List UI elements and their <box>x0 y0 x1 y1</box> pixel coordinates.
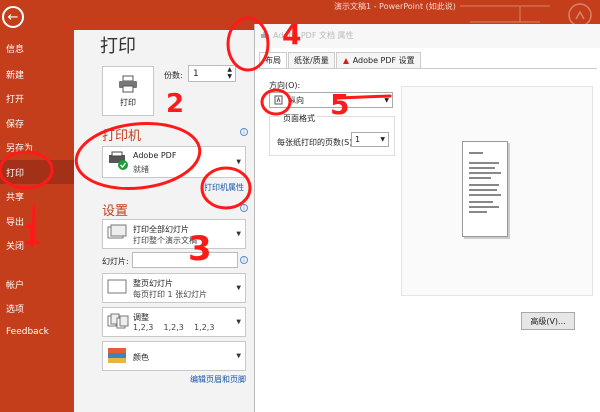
pages-per-sheet-label: 每张纸打印的页数(S) <box>277 138 353 147</box>
copies-value: 1 <box>193 68 199 79</box>
printer-name: Adobe PDF <box>133 151 177 160</box>
page-title: 打印 <box>100 36 136 57</box>
info-icon[interactable]: i <box>240 204 248 212</box>
layout-sub: 每页打印 1 张幻灯片 <box>133 290 208 299</box>
settings-heading: 设置 <box>102 204 129 219</box>
nav-item-info[interactable]: 信息 <box>0 36 74 60</box>
copies-stepper[interactable]: 1 ▲ ▼ <box>188 65 236 82</box>
color-dropdown[interactable]: 颜色 ▼ <box>102 341 246 371</box>
printer-properties-link[interactable]: 打印机属性 <box>204 182 244 193</box>
collate-icon <box>107 313 129 329</box>
nav-item-open[interactable]: 打开 <box>0 86 74 110</box>
printer-ready-icon <box>109 151 128 170</box>
print-range-dropdown[interactable]: 打印全部幻灯片 打印整个演示文稿 ▼ <box>102 219 246 249</box>
printer-heading: 打印机 <box>102 129 142 144</box>
slides-stack-icon <box>107 224 127 239</box>
nav-item-feedback[interactable]: Feedback <box>0 320 74 344</box>
page-format-label: 页面格式 <box>281 113 317 124</box>
preview-page <box>462 141 508 237</box>
collate-main: 调整 <box>133 313 149 322</box>
nav-item-close[interactable]: 关闭 <box>0 233 74 257</box>
print-button[interactable]: 打印 <box>102 66 154 116</box>
orientation-value: 纵向 <box>288 95 304 105</box>
dialog-tabs: 布局 纸张/质量 Adobe PDF 设置 <box>259 52 422 68</box>
pages-per-sheet-select[interactable]: 1 ▼ <box>351 132 389 147</box>
copies-label: 份数: <box>164 71 183 80</box>
backstage-nav: ← 信息 新建 打开 保存 另存为 打印 共享 导出 关闭 帐户 选项 Feed… <box>0 0 74 412</box>
nav-item-export[interactable]: 导出 <box>0 209 74 233</box>
printer-status: 就绪 <box>133 165 149 174</box>
print-range-main: 打印全部幻灯片 <box>133 225 189 234</box>
tab-divider <box>259 68 597 69</box>
chevron-down-icon: ▼ <box>236 318 241 326</box>
chevron-down-icon: ▼ <box>236 352 241 360</box>
nav-item-save-as[interactable]: 另存为 <box>0 135 74 159</box>
tab-adobe-pdf-settings[interactable]: Adobe PDF 设置 <box>335 52 421 68</box>
layout-dropdown[interactable]: 整页幻灯片 每页打印 1 张幻灯片 ▼ <box>102 273 246 303</box>
printer-properties-dialog: Adobe PDF 文档 属性 布局 纸张/质量 Adobe PDF 设置 方向… <box>254 24 600 412</box>
nav-item-new[interactable]: 新建 <box>0 62 74 86</box>
print-panel: 打印 打印 份数: 1 ▲ ▼ 打印机 i Adobe PDF 就绪 ▼ 打印机属… <box>74 30 254 412</box>
page-preview <box>401 86 593 296</box>
back-arrow-icon[interactable]: ← <box>2 6 24 28</box>
printer-icon <box>119 75 137 92</box>
advanced-button[interactable]: 高级(V)... <box>521 312 575 330</box>
collate-dropdown[interactable]: 调整 1,2,3 1,2,3 1,2,3 ▼ <box>102 307 246 337</box>
info-icon[interactable]: i <box>240 256 248 264</box>
info-icon[interactable]: i <box>240 128 248 136</box>
tab-layout[interactable]: 布局 <box>259 52 287 68</box>
color-main: 颜色 <box>133 353 149 362</box>
slides-label: 幻灯片: <box>102 257 129 266</box>
spinner-arrows-icon[interactable]: ▲ ▼ <box>227 66 232 80</box>
orientation-select[interactable]: 纵向 ▼ <box>269 92 393 108</box>
nav-item-options[interactable]: 选项 <box>0 296 74 320</box>
chevron-down-icon: ▼ <box>384 96 389 104</box>
printer-dropdown[interactable]: Adobe PDF 就绪 ▼ <box>102 146 246 178</box>
chevron-down-icon: ▼ <box>236 230 241 238</box>
printer-icon <box>261 32 269 38</box>
orientation-label: 方向(O): <box>269 81 301 90</box>
print-range-sub: 打印整个演示文稿 <box>133 236 197 245</box>
color-swatch-icon <box>108 348 126 363</box>
tab-paper-quality[interactable]: 纸张/质量 <box>288 52 335 68</box>
dialog-title: Adobe PDF 文档 属性 <box>273 31 354 40</box>
tab-adobe-pdf-settings-label: Adobe PDF 设置 <box>352 56 415 65</box>
slides-input[interactable] <box>132 252 238 268</box>
pages-per-sheet-value: 1 <box>355 135 361 144</box>
nav-item-save[interactable]: 保存 <box>0 111 74 135</box>
nav-item-share[interactable]: 共享 <box>0 184 74 208</box>
portrait-page-icon <box>274 95 283 105</box>
nav-item-account[interactable]: 帐户 <box>0 272 74 296</box>
window-title: 演示文稿1 - PowerPoint (如此说) <box>334 2 456 11</box>
chevron-down-icon: ▼ <box>380 136 385 143</box>
print-button-label: 打印 <box>120 97 136 107</box>
edit-header-footer-link[interactable]: 编辑页眉和页脚 <box>190 374 246 385</box>
chevron-down-icon: ▼ <box>236 158 241 166</box>
dialog-title-bar: Adobe PDF 文档 属性 <box>255 24 600 48</box>
nav-item-print[interactable]: 打印 <box>0 160 74 184</box>
layout-main: 整页幻灯片 <box>133 279 173 288</box>
adobe-pdf-icon <box>342 57 349 64</box>
full-page-slide-icon <box>107 279 127 294</box>
collate-sub: 1,2,3 1,2,3 1,2,3 <box>133 323 215 332</box>
chevron-down-icon: ▼ <box>236 284 241 292</box>
